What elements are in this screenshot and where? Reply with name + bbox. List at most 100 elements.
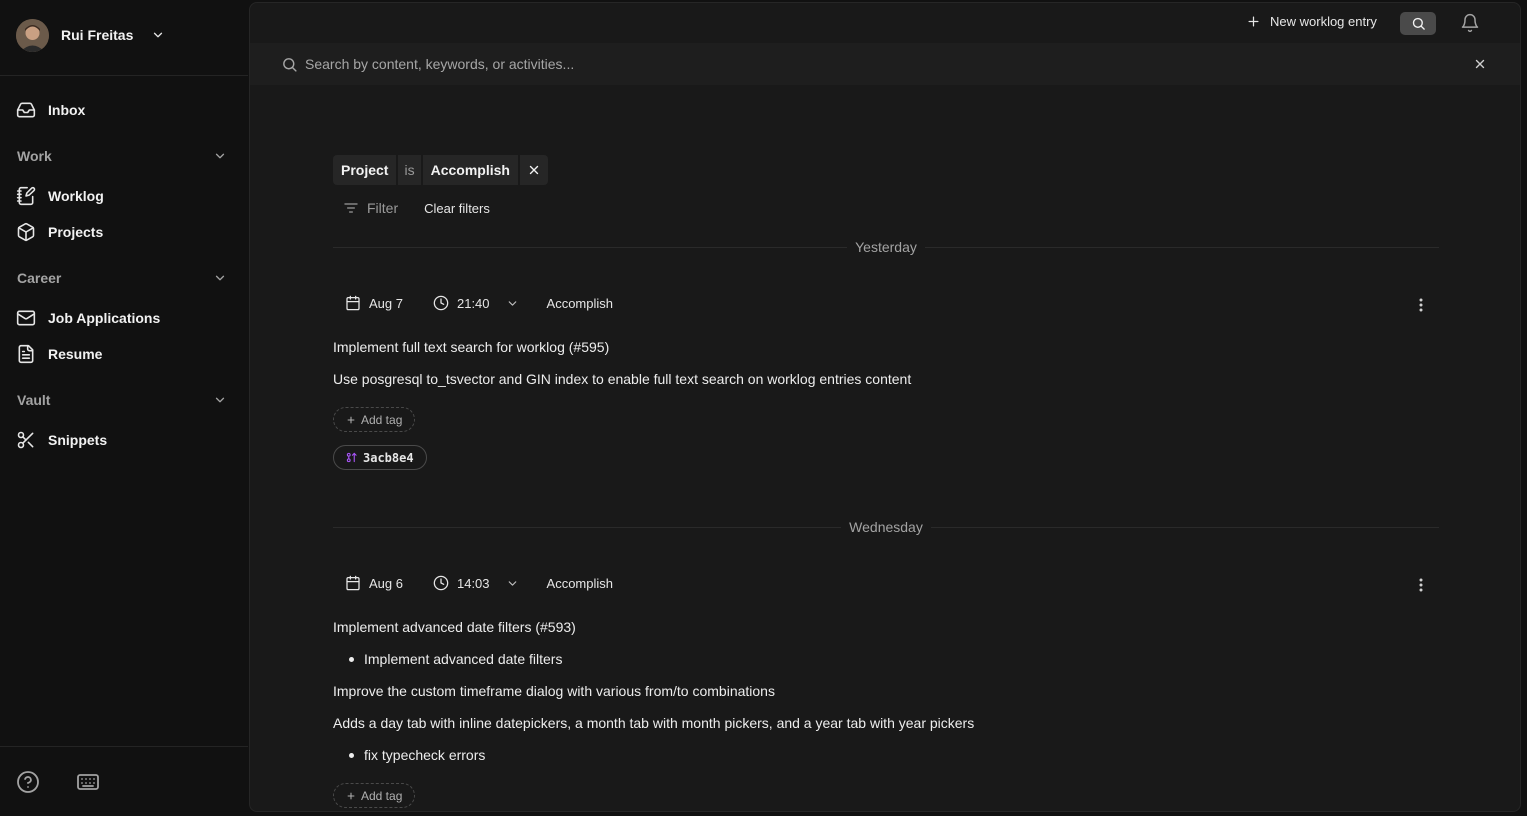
avatar [16, 18, 49, 52]
entry-meta: Aug 6 14:03 Accomplish [345, 573, 613, 593]
add-tag-button[interactable]: Add tag [333, 407, 416, 432]
day-separator: Yesterday [333, 237, 1439, 257]
entry-time-button[interactable]: 21:40 [433, 295, 519, 311]
plus-icon [1246, 14, 1261, 29]
calendar-icon [345, 295, 361, 311]
clear-filters-button[interactable]: Clear filters [424, 201, 490, 216]
bell-icon [1460, 13, 1480, 33]
filter-operator[interactable]: is [398, 155, 421, 185]
add-tag-label: Add tag [361, 412, 403, 427]
chevron-down-icon [151, 28, 165, 42]
entry-project-button[interactable]: Accomplish [547, 296, 613, 311]
sidebar-item-job-applications[interactable]: Job Applications [16, 304, 232, 332]
keyboard-icon[interactable] [76, 770, 100, 794]
search-icon [281, 56, 298, 73]
filter-label: Filter [367, 200, 399, 216]
scissors-icon [16, 430, 36, 450]
sidebar-item-label: Projects [48, 224, 104, 240]
entry-menu-button[interactable] [1417, 297, 1425, 313]
plus-icon [346, 415, 356, 425]
search-toggle-button[interactable] [1400, 12, 1436, 35]
sidebar-item-label: Resume [48, 346, 103, 362]
sidebar-item-inbox[interactable]: Inbox [16, 96, 232, 124]
more-vertical-icon [1417, 577, 1425, 593]
more-vertical-icon [1417, 297, 1425, 313]
filter-field[interactable]: Project [333, 155, 397, 185]
sidebar-item-label: Job Applications [48, 310, 161, 326]
entry-date: Aug 7 [369, 295, 403, 311]
sidebar-item-label: Snippets [48, 432, 108, 448]
search-input[interactable] [305, 54, 1405, 74]
sidebar-item-projects[interactable]: Projects [16, 218, 232, 246]
sidebar-item-worklog[interactable]: Worklog [16, 182, 232, 210]
filter-button[interactable]: Filter [333, 200, 398, 216]
remove-filter-button[interactable] [519, 155, 548, 185]
day-separator: Wednesday [333, 517, 1439, 537]
section-label: Vault [17, 392, 51, 408]
entry-menu-button[interactable] [1417, 577, 1425, 593]
entry-project-button[interactable]: Accomplish [547, 576, 613, 591]
section-label: Work [17, 148, 52, 164]
notifications-button[interactable] [1460, 13, 1480, 33]
entry-title: Implement full text search for worklog (… [333, 339, 610, 355]
sidebar-item-snippets[interactable]: Snippets [16, 426, 232, 454]
bullet-dot [349, 752, 354, 758]
user-menu[interactable]: Rui Freitas [16, 18, 165, 52]
clock-icon [433, 295, 449, 311]
commit-badge[interactable]: 3acb8e4 [333, 445, 427, 470]
entry-date: Aug 6 [369, 575, 403, 591]
file-text-icon [16, 344, 36, 364]
user-name: Rui Freitas [61, 27, 134, 43]
chevron-down-icon [213, 271, 227, 285]
chevron-down-icon [213, 149, 227, 163]
entry-body-line: Use posgresql to_tsvector and GIN index … [333, 371, 912, 387]
section-vault[interactable]: Vault [17, 389, 227, 411]
calendar-icon [345, 575, 361, 591]
sidebar-item-resume[interactable]: Resume [16, 340, 232, 368]
entry-date-button[interactable]: Aug 7 [345, 295, 403, 311]
sidebar-item-label: Inbox [48, 102, 86, 118]
new-entry-label: New worklog entry [1270, 14, 1377, 29]
bullet-dot [349, 656, 354, 662]
commit-hash: 3acb8e4 [363, 450, 414, 465]
entry-time: 21:40 [456, 295, 490, 311]
new-worklog-entry-button[interactable]: New worklog entry [1246, 14, 1377, 29]
close-icon [527, 163, 541, 177]
filter-lines-icon [343, 200, 359, 216]
chevron-down-icon [506, 577, 519, 590]
sidebar-item-label: Worklog [48, 188, 104, 204]
sidebar-divider [0, 75, 248, 76]
section-label: Career [17, 270, 62, 286]
section-work[interactable]: Work [17, 145, 227, 167]
topbar: New worklog entry [250, 3, 1520, 43]
mail-icon [16, 308, 36, 328]
inbox-icon [16, 100, 36, 120]
section-career[interactable]: Career [17, 267, 227, 289]
list-item-text: fix typecheck errors [364, 747, 486, 763]
list-item-text: Implement advanced date filters [364, 651, 563, 667]
entry-time-button[interactable]: 14:03 [433, 575, 519, 591]
add-tag-button[interactable]: Add tag [333, 783, 416, 808]
divider [333, 246, 848, 248]
entry-time: 14:03 [456, 575, 490, 591]
clock-icon [433, 575, 449, 591]
list-item: Implement advanced date filters [349, 651, 562, 667]
filter-actions: Filter Clear filters [333, 197, 490, 219]
help-icon[interactable] [16, 770, 40, 794]
close-search-button[interactable] [1473, 57, 1487, 71]
divider [333, 526, 842, 528]
divider [930, 526, 1439, 528]
list-item: fix typecheck errors [349, 747, 485, 763]
entry-body-line: Adds a day tab with inline datepickers, … [333, 715, 975, 731]
add-tag-label: Add tag [361, 788, 403, 803]
day-label: Wednesday [849, 519, 923, 535]
main-panel: New worklog entry Project is Accomplish [249, 2, 1521, 812]
entry-body-line: Improve the custom timeframe dialog with… [333, 683, 775, 699]
filter-value[interactable]: Accomplish [422, 155, 518, 185]
entry-title: Implement advanced date filters (#593) [333, 619, 576, 635]
entry-date-button[interactable]: Aug 6 [345, 575, 403, 591]
chevron-down-icon [506, 297, 519, 310]
box-icon [16, 222, 36, 242]
sidebar-divider [0, 746, 248, 747]
sidebar: Rui Freitas Inbox Work Worklog Projects … [0, 0, 248, 816]
